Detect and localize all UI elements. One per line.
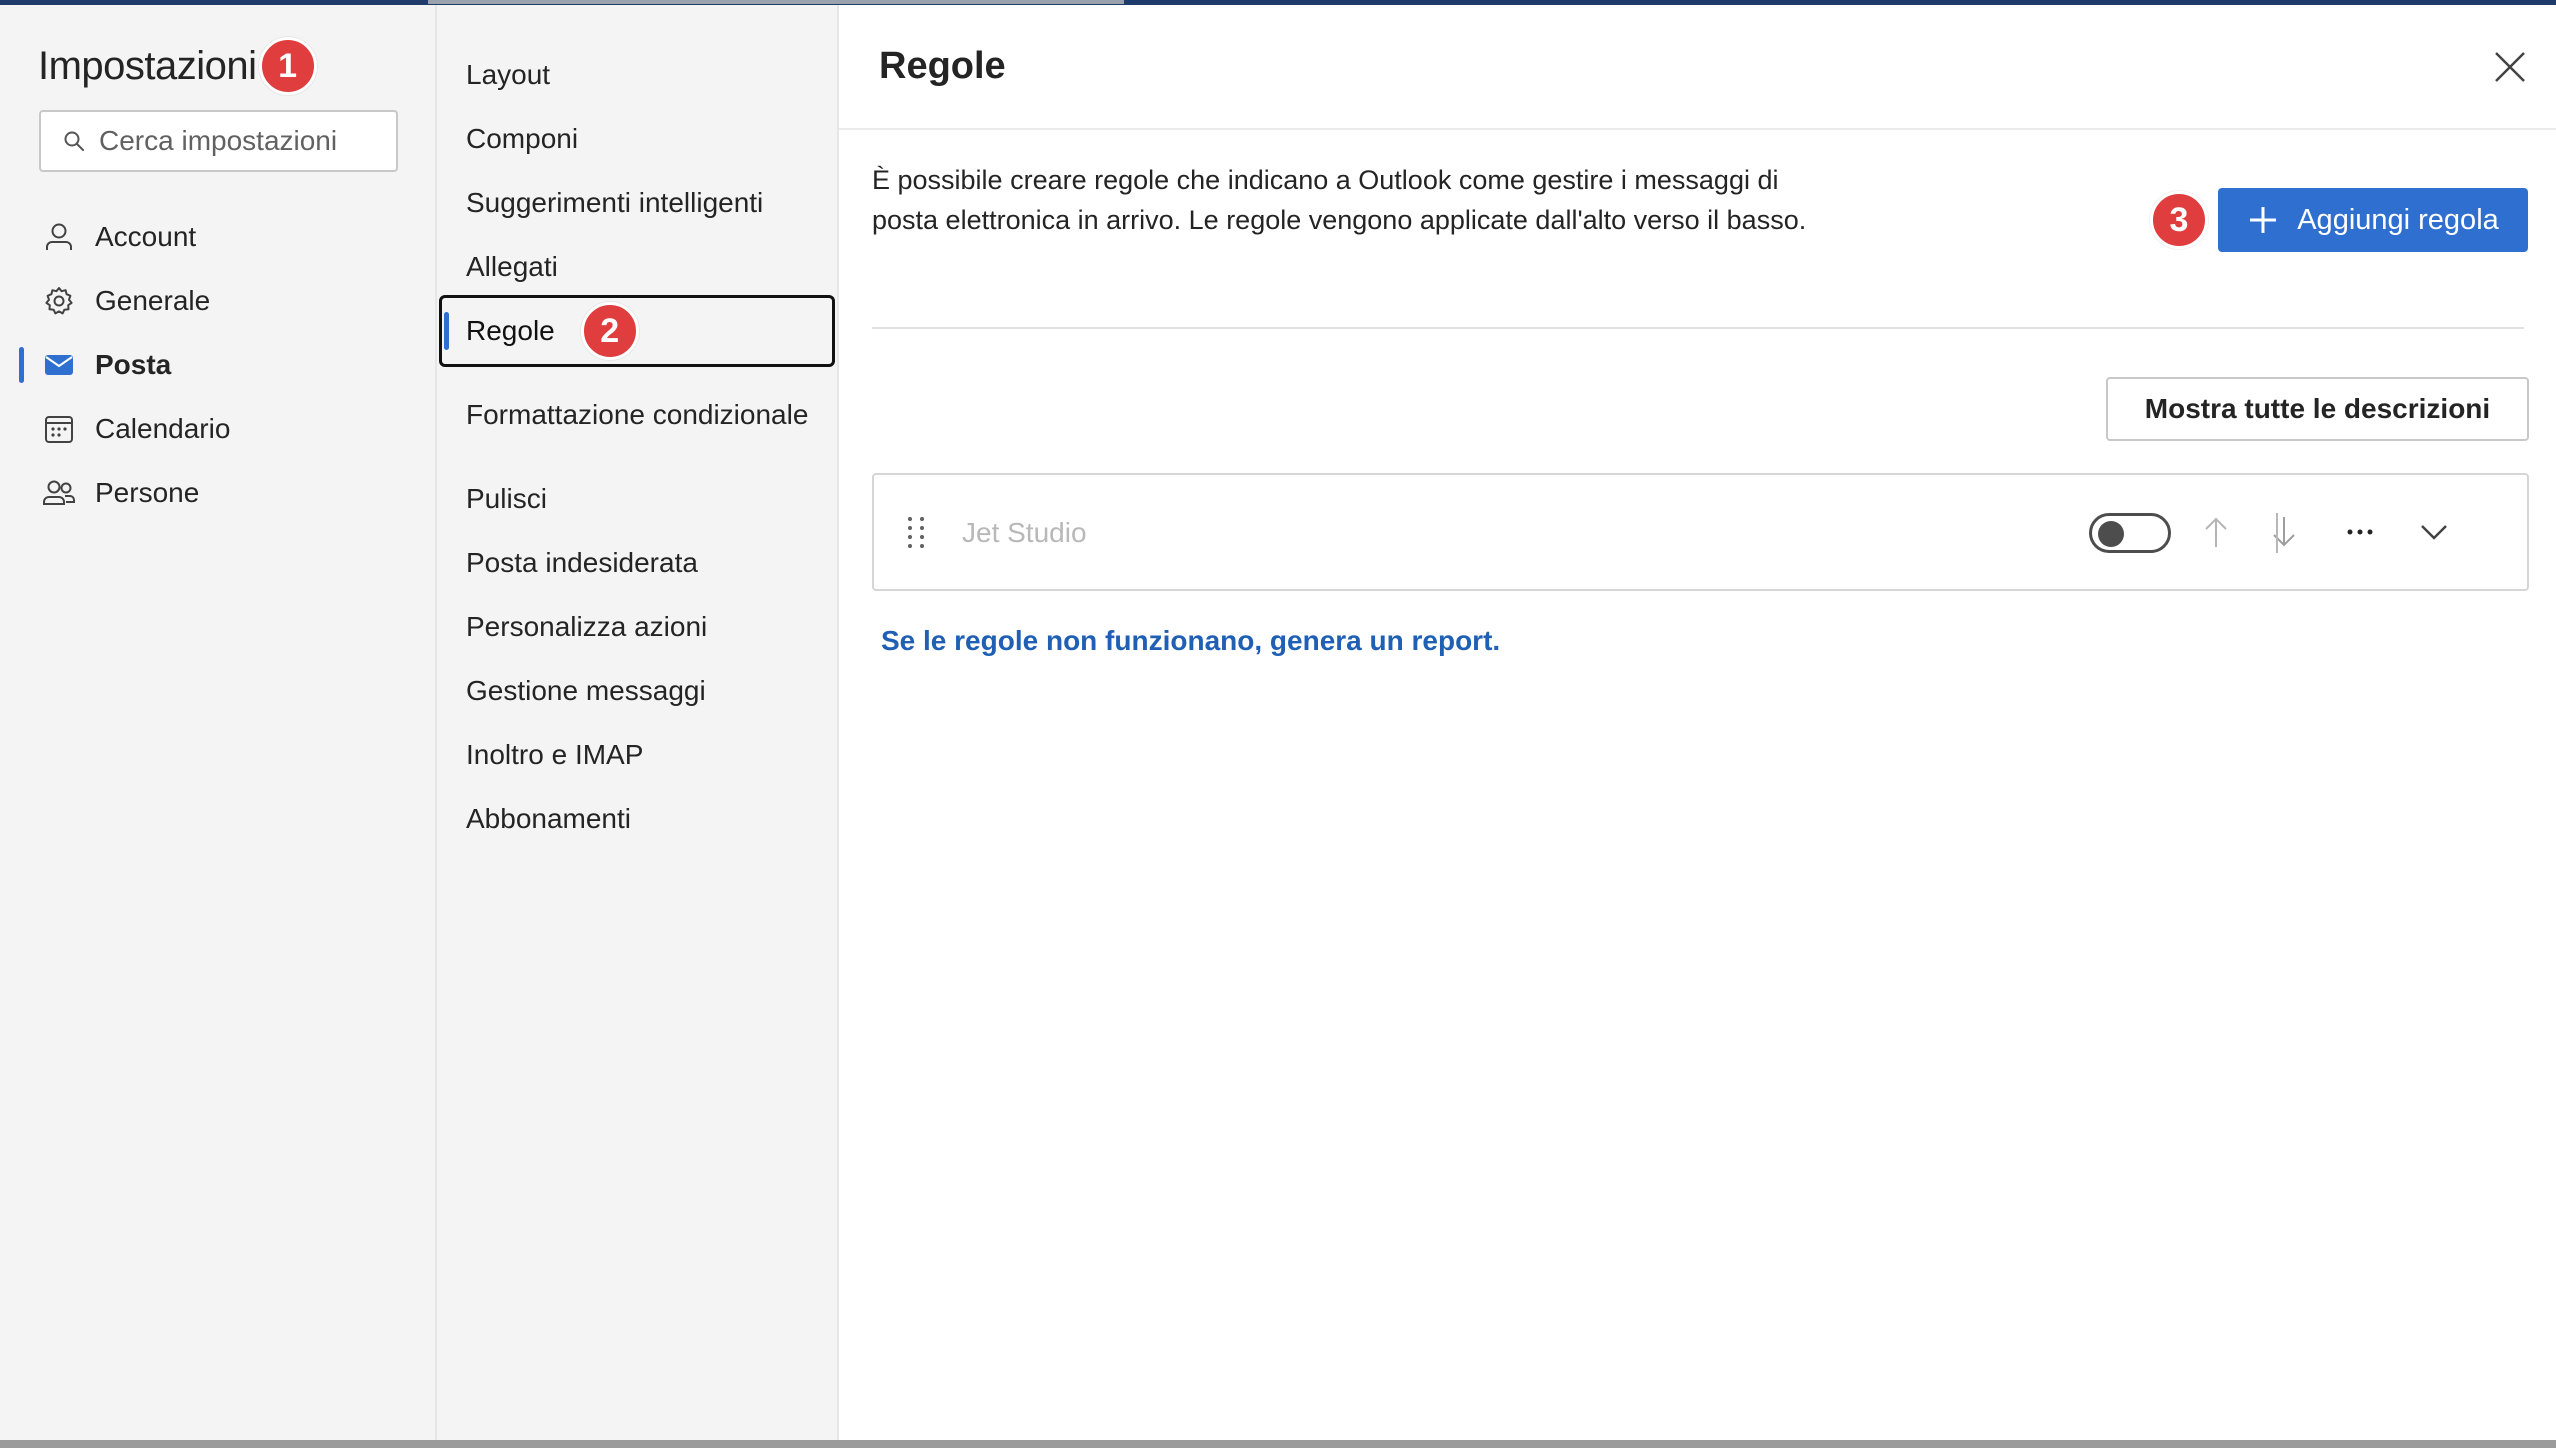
top-scroll-indicator [428,0,1124,4]
settings-title: Impostazioni [38,43,257,88]
chevron-down-icon[interactable] [2414,512,2454,552]
settings-dialog: Impostazioni 1 Account Generale [0,5,2556,1440]
calendar-icon [40,410,78,448]
subnav-item-label: Regole [466,315,555,346]
add-rule-area: 3 Aggiungi regola [2150,188,2528,252]
show-all-descriptions-button[interactable]: Mostra tutte le descrizioni [2106,377,2529,441]
mail-icon [40,346,78,384]
rule-name: Jet Studio [962,517,1087,548]
rule-enable-toggle[interactable] [2089,513,2171,553]
step-badge-2: 2 [580,302,639,360]
subnav-item-componi[interactable]: Componi [437,107,837,171]
category-nav: Account Generale Posta Calendario Person… [0,205,435,525]
rules-header: Regole [839,5,2556,130]
subnav-item-posta-indesiderata[interactable]: Posta indesiderata [437,531,837,595]
nav-item-label: Calendario [95,413,231,444]
move-up-icon[interactable] [2196,512,2236,552]
subnav-item-pulisci[interactable]: Pulisci [437,467,837,531]
more-options-icon[interactable] [2340,512,2380,552]
person-icon [40,218,78,256]
subnav-item-inoltro-imap[interactable]: Inoltro e IMAP [437,723,837,787]
search-box[interactable] [39,110,398,172]
add-rule-button[interactable]: Aggiungi regola [2218,188,2528,252]
toggle-knob [2098,521,2124,547]
subnav-item-regole[interactable]: Regole 2 [439,295,835,367]
drag-handle-icon[interactable] [904,515,928,549]
nav-item-generale[interactable]: Generale [0,269,435,333]
add-rule-label: Aggiungi regola [2297,203,2499,236]
close-button[interactable] [2488,47,2532,91]
plus-icon [2247,204,2279,236]
rules-description: È possibile creare regole che indicano a… [872,165,1807,235]
gear-icon [40,282,78,320]
step-badge-1: 1 [258,37,317,95]
search-icon [61,128,87,154]
nav-item-calendario[interactable]: Calendario [0,397,435,461]
close-icon [2492,49,2528,90]
subnav-item-layout[interactable]: Layout [437,43,837,107]
people-icon [40,474,78,512]
subnav-item-personalizza-azioni[interactable]: Personalizza azioni [437,595,837,659]
vertical-separator [2276,513,2278,553]
settings-header: Impostazioni 1 [38,37,317,95]
page-title: Regole [879,45,1006,87]
nav-item-label: Generale [95,285,211,316]
nav-item-label: Persone [95,477,200,508]
subnav-item-gestione-messaggi[interactable]: Gestione messaggi [437,659,837,723]
nav-item-label: Posta [95,349,172,380]
window-bottom-edge [0,1440,2556,1448]
subnav-item-allegati[interactable]: Allegati [437,235,837,299]
report-link[interactable]: Se le regole non funzionano, genera un r… [881,625,1500,657]
nav-item-persone[interactable]: Persone [0,461,435,525]
subcategory-pane: Layout Componi Suggerimenti intelligenti… [437,5,839,1440]
rule-card[interactable]: Jet Studio [872,473,2529,591]
move-down-icon[interactable] [2264,512,2304,552]
settings-category-pane: Impostazioni 1 Account Generale [0,5,437,1440]
subnav-item-suggerimenti[interactable]: Suggerimenti intelligenti [437,171,837,235]
nav-item-account[interactable]: Account [0,205,435,269]
nav-item-label: Account [95,221,197,252]
subnav-item-abbonamenti[interactable]: Abbonamenti [437,787,837,851]
rules-pane: Regole È possibile creare regole che ind… [839,5,2556,1440]
search-input[interactable] [99,125,389,157]
step-badge-3: 3 [2150,191,2208,249]
section-divider [872,327,2524,329]
subnav-item-formattazione[interactable]: Formattazione condizionale [437,383,837,447]
nav-item-posta[interactable]: Posta [0,333,435,397]
